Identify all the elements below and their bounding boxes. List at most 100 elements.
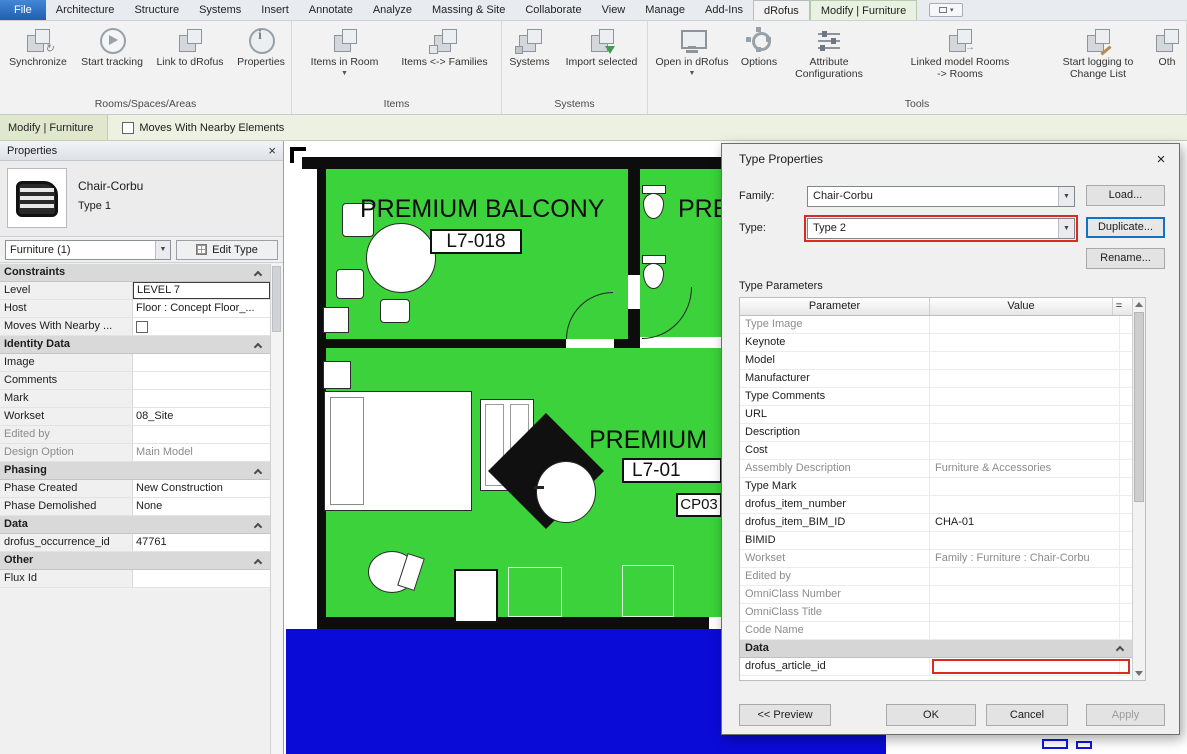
load-button[interactable]: Load... bbox=[1086, 185, 1165, 206]
open-in-drofus-button[interactable]: Open in dRofus ▼ bbox=[652, 23, 732, 79]
dialog-title-bar[interactable]: Type Properties × bbox=[722, 144, 1179, 174]
chevron-down-icon[interactable]: ▼ bbox=[155, 241, 170, 259]
import-selected-button[interactable]: Import selected bbox=[557, 23, 647, 71]
scrollbar-thumb[interactable] bbox=[1134, 312, 1144, 502]
tab-modify-furniture[interactable]: Modify | Furniture bbox=[810, 0, 917, 20]
group-label-tools[interactable]: Tools bbox=[648, 97, 1186, 114]
close-icon[interactable]: × bbox=[268, 144, 276, 157]
parameter-value[interactable] bbox=[930, 406, 1120, 423]
property-value[interactable] bbox=[133, 570, 270, 587]
property-value[interactable] bbox=[133, 372, 270, 389]
type-combobox[interactable]: Type 2 ▼ bbox=[807, 218, 1075, 239]
edit-type-button[interactable]: Edit Type bbox=[176, 240, 278, 260]
tab-structure[interactable]: Structure bbox=[124, 0, 189, 20]
moves-with-nearby-checkbox[interactable] bbox=[136, 321, 148, 333]
cancel-button[interactable]: Cancel bbox=[986, 704, 1068, 726]
group-label-systems[interactable]: Systems bbox=[502, 97, 647, 114]
dropdown-arrow-icon[interactable]: ▼ bbox=[341, 70, 348, 77]
parameter-value[interactable] bbox=[930, 388, 1120, 405]
tab-file[interactable]: File bbox=[0, 0, 46, 20]
section-header[interactable]: Other bbox=[0, 552, 270, 570]
items-in-room-button[interactable]: Items in Room ▼ bbox=[297, 23, 393, 79]
parameter-value[interactable] bbox=[930, 334, 1120, 351]
moves-with-nearby-option[interactable]: Moves With Nearby Elements bbox=[122, 122, 284, 134]
tab-architecture[interactable]: Architecture bbox=[46, 0, 125, 20]
equipment-tag[interactable]: CP03 bbox=[676, 493, 722, 517]
parameter-value[interactable] bbox=[930, 478, 1120, 495]
tab-collaborate[interactable]: Collaborate bbox=[515, 0, 591, 20]
tab-manage[interactable]: Manage bbox=[635, 0, 695, 20]
parameter-value[interactable] bbox=[930, 370, 1120, 387]
section-header[interactable]: Constraints bbox=[0, 264, 270, 282]
tab-drofus[interactable]: dRofus bbox=[753, 0, 810, 20]
link-to-drofus-button[interactable]: Link to dRofus bbox=[148, 23, 232, 71]
scrollbar-thumb[interactable] bbox=[272, 266, 281, 332]
table-scrollbar[interactable] bbox=[1132, 298, 1145, 680]
tab-systems[interactable]: Systems bbox=[189, 0, 251, 20]
properties-scrollbar[interactable] bbox=[270, 264, 283, 754]
start-logging-button[interactable]: Start logging to Change List bbox=[1048, 23, 1148, 82]
property-value[interactable] bbox=[133, 318, 270, 335]
property-value[interactable] bbox=[133, 390, 270, 407]
tab-view[interactable]: View bbox=[592, 0, 636, 20]
items-families-button[interactable]: Items <-> Families bbox=[393, 23, 497, 71]
scroll-down-icon[interactable] bbox=[1135, 671, 1143, 676]
section-header[interactable]: Identity Data bbox=[0, 336, 270, 354]
rename-button[interactable]: Rename... bbox=[1086, 248, 1165, 269]
family-combobox[interactable]: Chair-Corbu ▼ bbox=[807, 186, 1075, 207]
property-value[interactable]: LEVEL 7 bbox=[133, 282, 270, 299]
chair[interactable] bbox=[380, 299, 410, 323]
parameter-value[interactable] bbox=[930, 442, 1120, 459]
ok-button[interactable]: OK bbox=[886, 704, 976, 726]
options-button[interactable]: Options bbox=[732, 23, 786, 71]
scroll-up-icon[interactable] bbox=[1135, 302, 1143, 307]
round-table[interactable] bbox=[366, 223, 436, 293]
moves-with-nearby-elements-checkbox[interactable] bbox=[122, 122, 134, 134]
parameter-value[interactable] bbox=[930, 532, 1120, 549]
preview-button[interactable]: << Preview bbox=[739, 704, 831, 726]
synchronize-button[interactable]: ↻ Synchronize bbox=[0, 23, 76, 71]
room-tag[interactable]: L7-018 bbox=[430, 229, 522, 254]
nightstand[interactable] bbox=[323, 361, 351, 389]
section-header-data[interactable]: Data bbox=[740, 640, 1132, 658]
parameter-value[interactable] bbox=[930, 424, 1120, 441]
property-value[interactable]: 47761 bbox=[133, 534, 270, 551]
systems-button[interactable]: Systems bbox=[503, 23, 557, 71]
parameter-value[interactable] bbox=[930, 496, 1120, 513]
cabinet[interactable] bbox=[323, 307, 349, 333]
dropdown-arrow-icon[interactable]: ▼ bbox=[689, 70, 696, 77]
chevron-down-icon[interactable]: ▼ bbox=[1058, 187, 1074, 206]
linked-model-rooms-button[interactable]: → Linked model Rooms -> Rooms bbox=[908, 23, 1012, 82]
other-button[interactable]: Oth bbox=[1148, 23, 1186, 71]
closet[interactable] bbox=[454, 569, 498, 623]
properties-title-bar[interactable]: Properties × bbox=[0, 141, 283, 161]
property-value[interactable] bbox=[133, 354, 270, 371]
parameter-value[interactable] bbox=[930, 316, 1120, 333]
tab-insert[interactable]: Insert bbox=[251, 0, 299, 20]
tab-analyze[interactable]: Analyze bbox=[363, 0, 422, 20]
group-label-rooms-spaces-areas[interactable]: Rooms/Spaces/Areas bbox=[0, 97, 291, 114]
section-header[interactable]: Data bbox=[0, 516, 270, 534]
chair-corbu-selected[interactable] bbox=[536, 461, 596, 523]
tab-massing-site[interactable]: Massing & Site bbox=[422, 0, 515, 20]
tab-annotate[interactable]: Annotate bbox=[299, 0, 363, 20]
property-value[interactable]: None bbox=[133, 498, 270, 515]
group-label-items[interactable]: Items bbox=[292, 97, 501, 114]
chevron-down-icon[interactable]: ▼ bbox=[1058, 219, 1074, 238]
chair[interactable] bbox=[336, 269, 364, 299]
property-value[interactable]: New Construction bbox=[133, 480, 270, 497]
properties-button[interactable]: Properties bbox=[232, 23, 290, 71]
property-value[interactable]: Floor : Concept Floor_... bbox=[133, 300, 270, 317]
tab-add-ins[interactable]: Add-Ins bbox=[695, 0, 753, 20]
section-header[interactable]: Phasing bbox=[0, 462, 270, 480]
parameter-value[interactable] bbox=[930, 352, 1120, 369]
ribbon-display-toggle-button[interactable]: ▾ bbox=[929, 3, 963, 17]
close-icon[interactable]: × bbox=[1143, 144, 1179, 174]
start-tracking-button[interactable]: Start tracking bbox=[76, 23, 148, 71]
attribute-configurations-button[interactable]: Attribute Configurations bbox=[786, 23, 872, 82]
parameter-value[interactable]: CHA-01 bbox=[930, 514, 1120, 531]
room-tag[interactable]: L7-01 bbox=[622, 458, 722, 483]
property-value[interactable]: 08_Site bbox=[133, 408, 270, 425]
type-selector-combobox[interactable]: Furniture (1) ▼ bbox=[5, 240, 171, 260]
duplicate-button[interactable]: Duplicate... bbox=[1086, 217, 1165, 238]
